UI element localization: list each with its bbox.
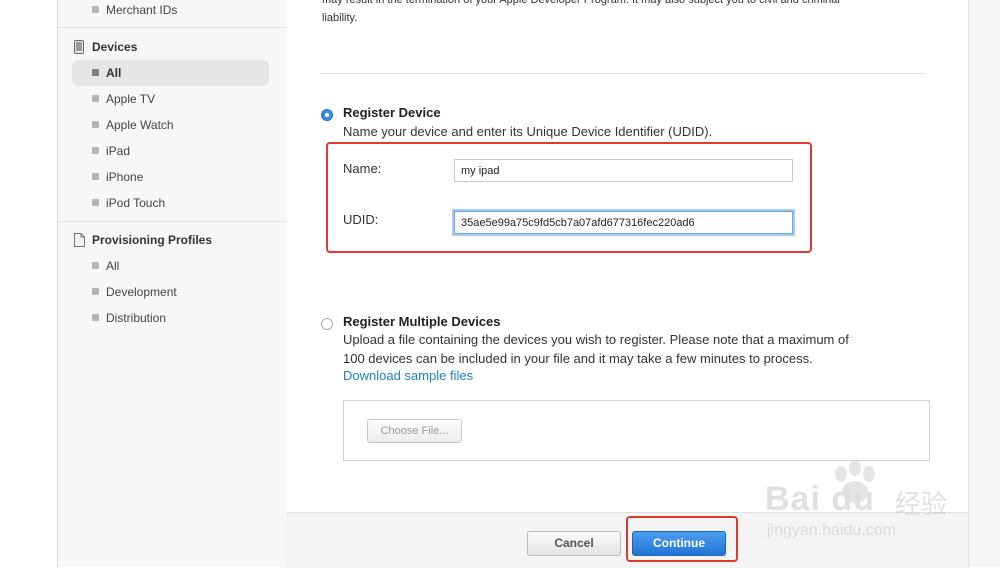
bullet-icon xyxy=(92,69,99,76)
cancel-button[interactable]: Cancel xyxy=(527,531,621,556)
highlight-box xyxy=(626,516,738,562)
bullet-icon xyxy=(92,147,99,154)
register-multiple-description: Upload a file containing the devices you… xyxy=(343,330,849,368)
sidebar-item-label: Distribution xyxy=(106,311,167,325)
sidebar-item-label: Apple Watch xyxy=(106,118,174,132)
section-divider xyxy=(320,73,926,74)
description-line: Upload a file containing the devices you… xyxy=(343,332,849,347)
sidebar-item-label: All xyxy=(106,66,122,80)
sidebar-item-apple-tv[interactable]: Apple TV xyxy=(72,86,269,112)
register-device-radio[interactable] xyxy=(321,109,333,121)
sidebar-item-distribution[interactable]: Distribution xyxy=(72,305,269,331)
sidebar-item-label: Merchant IDs xyxy=(106,3,178,17)
sidebar-item-profiles-all[interactable]: All xyxy=(72,253,269,279)
sidebar-item-ipod-touch[interactable]: iPod Touch xyxy=(72,190,269,216)
watermark-brand: Bai du xyxy=(765,480,875,518)
sidebar-item-apple-watch[interactable]: Apple Watch xyxy=(72,112,269,138)
watermark-brand-cn: 经验 xyxy=(895,489,948,519)
sidebar-item-label: iPod Touch xyxy=(106,196,166,210)
register-multiple-title: Register Multiple Devices xyxy=(343,314,501,329)
bullet-icon xyxy=(92,6,99,13)
divider xyxy=(58,27,286,28)
bullet-icon xyxy=(92,173,99,180)
sidebar-item-label: iPhone xyxy=(106,170,144,184)
watermark: Bai du 经验 jingyan.baidu.com xyxy=(765,460,955,545)
choose-file-button[interactable]: Choose File... xyxy=(367,419,462,443)
register-device-description: Name your device and enter its Unique De… xyxy=(343,124,713,139)
register-device-title: Register Device xyxy=(343,105,441,120)
sidebar-item-iphone[interactable]: iPhone xyxy=(72,164,269,190)
bullet-icon xyxy=(92,199,99,206)
sidebar-header-label: Devices xyxy=(92,40,138,54)
sidebar-item-label: Apple TV xyxy=(106,92,156,106)
legal-notice-line: liability. xyxy=(322,12,358,24)
highlight-box xyxy=(326,142,812,253)
bullet-icon xyxy=(92,314,99,321)
sidebar-section-provisioning-profiles: Provisioning Profiles xyxy=(72,230,212,250)
sidebar: Merchant IDs Devices All Apple TV Apple … xyxy=(57,0,287,567)
sidebar-header-label: Provisioning Profiles xyxy=(92,233,213,247)
sidebar-item-merchant-ids[interactable]: Merchant IDs xyxy=(72,0,269,23)
divider xyxy=(58,221,286,222)
watermark-url: jingyan.baidu.com xyxy=(767,522,896,539)
sidebar-item-devices-all[interactable]: All xyxy=(72,60,269,86)
sidebar-item-development[interactable]: Development xyxy=(72,279,269,305)
sidebar-item-label: iPad xyxy=(106,144,131,158)
legal-notice-line: may result in the termination of your Ap… xyxy=(322,0,840,6)
sidebar-item-label: All xyxy=(106,259,120,273)
document-icon xyxy=(74,233,85,253)
sidebar-item-label: Development xyxy=(106,285,177,299)
bullet-icon xyxy=(92,288,99,295)
bullet-icon xyxy=(92,121,99,128)
sidebar-item-ipad[interactable]: iPad xyxy=(72,138,269,164)
description-line: 100 devices can be included in your file… xyxy=(343,351,813,366)
bullet-icon xyxy=(92,95,99,102)
legal-notice: may result in the termination of your Ap… xyxy=(322,0,922,28)
download-sample-files-link[interactable]: Download sample files xyxy=(343,368,473,383)
sidebar-section-devices: Devices xyxy=(72,37,137,57)
register-multiple-radio[interactable] xyxy=(321,318,333,330)
scrollbar-track[interactable] xyxy=(968,0,1000,567)
bullet-icon xyxy=(92,262,99,269)
device-icon xyxy=(74,40,84,60)
